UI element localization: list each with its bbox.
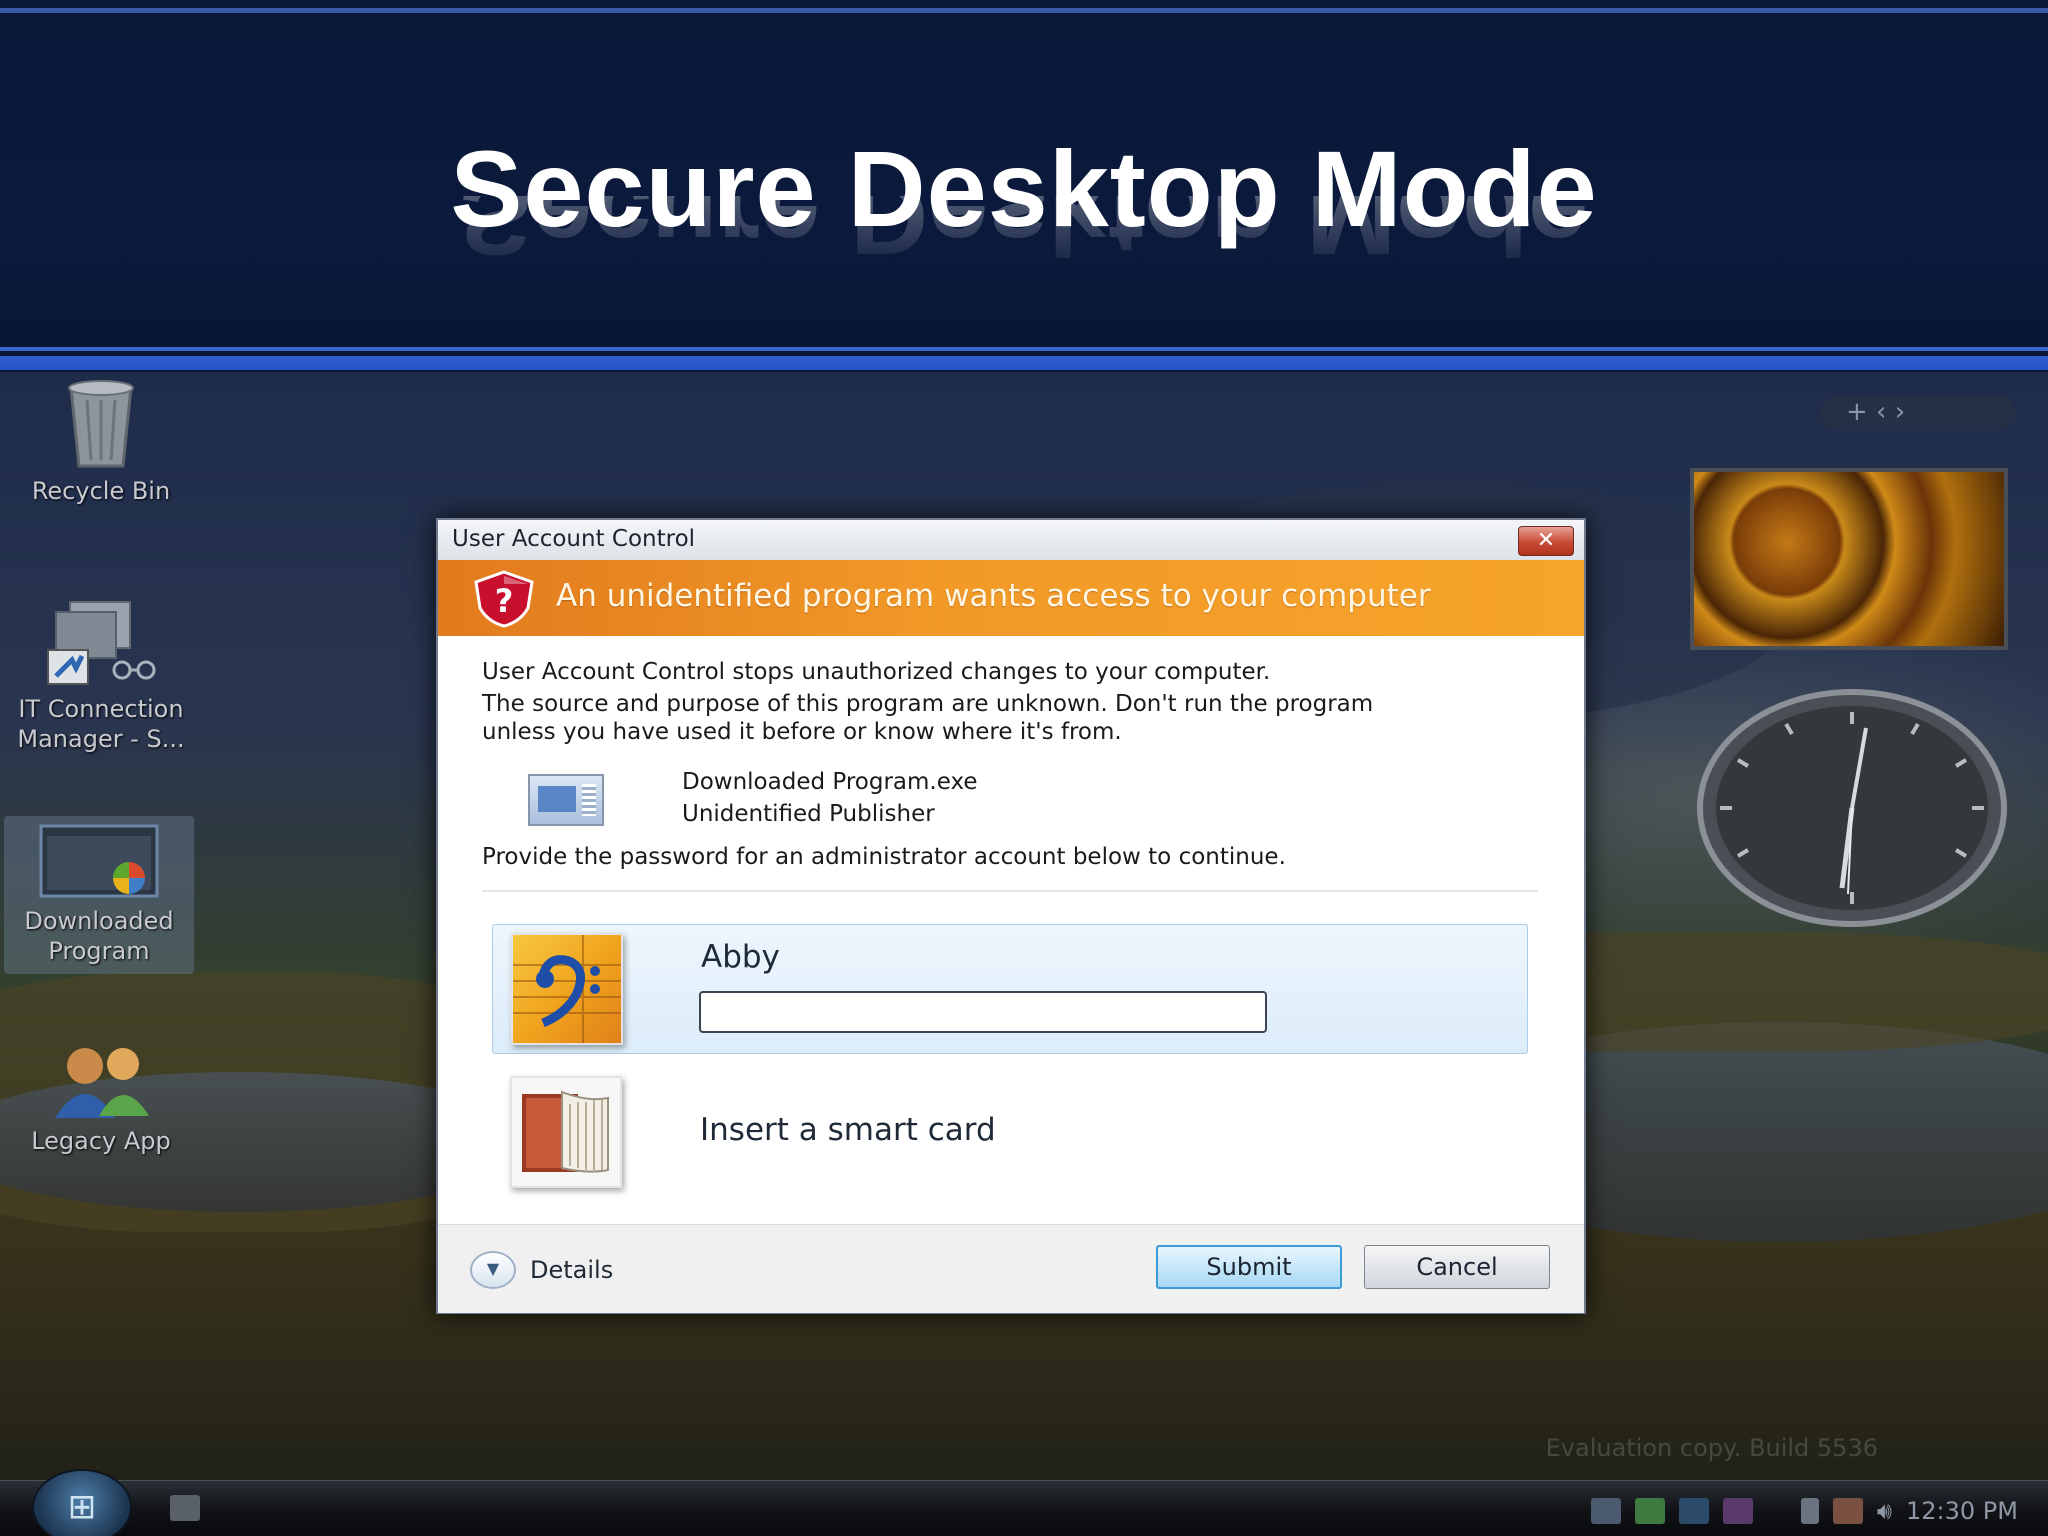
smart-card-book-icon xyxy=(510,1076,622,1188)
battery-icon[interactable] xyxy=(1800,1498,1819,1524)
svg-text:?: ? xyxy=(495,582,514,620)
uac-shield-question-icon: ? xyxy=(474,570,534,628)
banner-message: An unidentified program wants access to … xyxy=(556,578,1431,614)
program-name: Downloaded Program.exe xyxy=(682,769,978,795)
uac-dialog: User Account Control ✕ ? An unidentified… xyxy=(436,518,1586,1314)
evaluation-watermark: Evaluation copy. Build 5536 xyxy=(1545,1434,1878,1462)
desktop-icon-label: Legacy App xyxy=(31,1127,171,1155)
slideshow-gadget[interactable] xyxy=(1690,468,2008,650)
gadget-controls[interactable]: + ‹ › xyxy=(1820,396,2016,430)
music-clef-icon xyxy=(511,933,623,1045)
password-prompt: Provide the password for an administrato… xyxy=(482,844,1286,870)
program-window-icon xyxy=(39,824,159,898)
header-top-rule xyxy=(0,8,2048,13)
dialog-footer: ▼ Details Submit Cancel xyxy=(438,1224,1584,1313)
program-icon xyxy=(528,774,604,826)
publisher-name: Unidentified Publisher xyxy=(682,801,935,827)
slide-title-reflection: Secure Desktop Mode xyxy=(459,196,1589,278)
submit-button[interactable]: Submit xyxy=(1156,1245,1342,1289)
desktop-icon-downloaded-program[interactable]: Downloaded Program xyxy=(4,816,194,974)
desktop-icon-label: IT Connection Manager - S... xyxy=(17,695,185,753)
network-icon[interactable] xyxy=(1832,1498,1863,1524)
warning-banner: ? An unidentified program wants access t… xyxy=(438,560,1584,636)
chevron-down-icon: ▼ xyxy=(470,1251,516,1289)
taskbar: ⊞ 🔊︎ 12:30 PM xyxy=(0,1469,2048,1536)
close-button[interactable]: ✕ xyxy=(1518,526,1574,556)
desktop-icon-recycle-bin[interactable]: Recycle Bin xyxy=(6,378,196,506)
password-field[interactable] xyxy=(699,991,1267,1033)
dialog-title: User Account Control xyxy=(452,526,696,552)
details-toggle[interactable]: ▼ Details xyxy=(470,1251,613,1289)
header-bottom-band xyxy=(0,356,2048,370)
header-bottom-rule xyxy=(0,347,2048,351)
smart-card-label: Insert a smart card xyxy=(700,1112,996,1148)
network-connection-icon xyxy=(47,601,156,685)
tray-app-icon[interactable] xyxy=(1590,1498,1621,1524)
desktop-icon-it-connection-manager[interactable]: IT Connection Manager - S... xyxy=(6,598,196,754)
warning-text-line2: unless you have used it before or know w… xyxy=(482,719,1122,745)
system-tray: 🔊︎ 12:30 PM xyxy=(1590,1491,2018,1531)
taskbar-window-icon[interactable] xyxy=(170,1495,200,1521)
windows-logo-icon: ⊞ xyxy=(67,1487,97,1527)
tray-language-icon[interactable] xyxy=(1722,1498,1753,1524)
close-icon: ✕ xyxy=(1536,528,1556,553)
tray-shield-icon[interactable] xyxy=(1634,1498,1665,1524)
details-label: Details xyxy=(530,1256,614,1284)
warning-text-line1: The source and purpose of this program a… xyxy=(482,691,1374,717)
smart-card-tile[interactable]: Insert a smart card xyxy=(492,1068,1526,1196)
intro-text: User Account Control stops unauthorized … xyxy=(482,659,1271,685)
tray-clock[interactable]: 12:30 PM xyxy=(1906,1497,2018,1525)
start-button[interactable]: ⊞ xyxy=(32,1469,132,1536)
divider xyxy=(482,890,1538,892)
desktop-icon-label: Downloaded Program xyxy=(24,907,174,965)
slide-header: Secure Desktop Mode Secure Desktop Mode xyxy=(0,0,2048,372)
clock-gadget[interactable] xyxy=(1696,688,2008,928)
dialog-titlebar: User Account Control ✕ xyxy=(438,520,1584,560)
volume-icon[interactable]: 🔊︎ xyxy=(1877,1497,1892,1525)
desktop-icon-label: Recycle Bin xyxy=(31,477,171,505)
recycle-bin-icon xyxy=(68,380,134,468)
users-icon xyxy=(55,1048,149,1118)
cancel-button[interactable]: Cancel xyxy=(1364,1245,1550,1289)
desktop-icon-legacy-app[interactable]: Legacy App xyxy=(6,1040,196,1156)
user-name: Abby xyxy=(701,939,780,975)
credential-tile-abby[interactable]: Abby xyxy=(492,924,1528,1054)
tray-monitor-icon[interactable] xyxy=(1678,1498,1709,1524)
